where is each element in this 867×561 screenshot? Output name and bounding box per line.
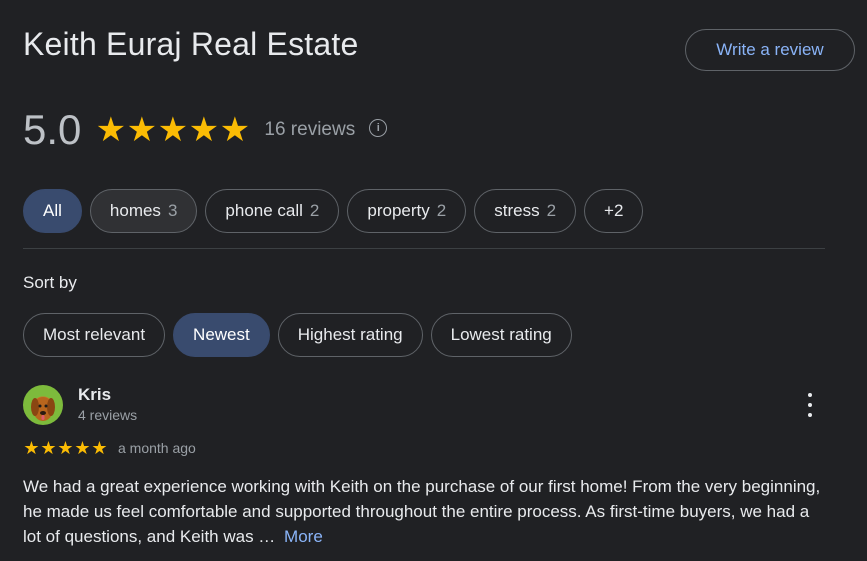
chip-count: 3 [167, 201, 178, 220]
review-text: We had a great experience working with K… [23, 474, 823, 549]
star-icon: ★ [23, 438, 40, 458]
business-title: Keith Euraj Real Estate [23, 26, 359, 62]
chip-count: 2 [309, 201, 320, 220]
review-stars: ★ ★ ★ ★ ★ [23, 438, 108, 458]
topic-chip-all[interactable]: All [23, 189, 82, 233]
star-icon: ★ [95, 111, 127, 149]
topic-chip-homes[interactable]: homes 3 [89, 189, 198, 233]
review-body: We had a great experience working with K… [23, 477, 821, 546]
more-options-icon[interactable] [799, 393, 821, 417]
chip-count: 2 [436, 201, 447, 220]
topic-chip-stress[interactable]: stress 2 [474, 189, 577, 233]
chip-label: +2 [604, 201, 624, 220]
star-icon: ★ [188, 111, 220, 149]
rating-stars: ★ ★ ★ ★ ★ [95, 113, 250, 147]
sort-newest[interactable]: Newest [173, 313, 270, 357]
rating-summary: 5.0 ★ ★ ★ ★ ★ 16 reviews i [23, 106, 388, 154]
more-link[interactable]: More [284, 527, 323, 546]
chip-count: 2 [546, 201, 557, 220]
star-icon: ★ [126, 111, 158, 149]
topic-chips: All homes 3 phone call 2 property 2 stre… [23, 189, 644, 233]
divider [23, 248, 825, 249]
sort-chips: Most relevant Newest Highest rating Lowe… [23, 313, 572, 357]
write-review-button[interactable]: Write a review [685, 29, 855, 71]
dog-avatar-icon [31, 397, 55, 421]
topic-chip-property[interactable]: property 2 [347, 189, 467, 233]
star-icon: ★ [57, 438, 74, 458]
chip-label: property [367, 201, 430, 220]
topic-chip-more[interactable]: +2 [584, 189, 644, 233]
topic-chip-phone-call[interactable]: phone call 2 [205, 189, 340, 233]
star-icon: ★ [40, 438, 57, 458]
avatar[interactable] [23, 385, 63, 425]
chip-label: phone call [225, 201, 303, 220]
star-icon: ★ [91, 438, 108, 458]
review-count: 16 reviews [264, 119, 356, 140]
star-icon: ★ [219, 111, 251, 149]
sort-lowest-rating[interactable]: Lowest rating [430, 313, 572, 357]
sort-by-label: Sort by [23, 273, 77, 292]
sort-highest-rating[interactable]: Highest rating [277, 313, 423, 357]
chip-label: homes [109, 201, 161, 220]
chip-label: All [43, 201, 62, 220]
star-icon: ★ [74, 438, 91, 458]
chip-label: stress [494, 201, 540, 220]
star-icon: ★ [157, 111, 189, 149]
sort-most-relevant[interactable]: Most relevant [23, 313, 166, 357]
reviewer-name[interactable]: Kris [78, 385, 111, 405]
info-icon[interactable]: i [369, 119, 388, 137]
rating-value: 5.0 [23, 106, 82, 153]
reviewer-review-count: 4 reviews [78, 407, 138, 423]
review-time: a month ago [118, 440, 196, 456]
